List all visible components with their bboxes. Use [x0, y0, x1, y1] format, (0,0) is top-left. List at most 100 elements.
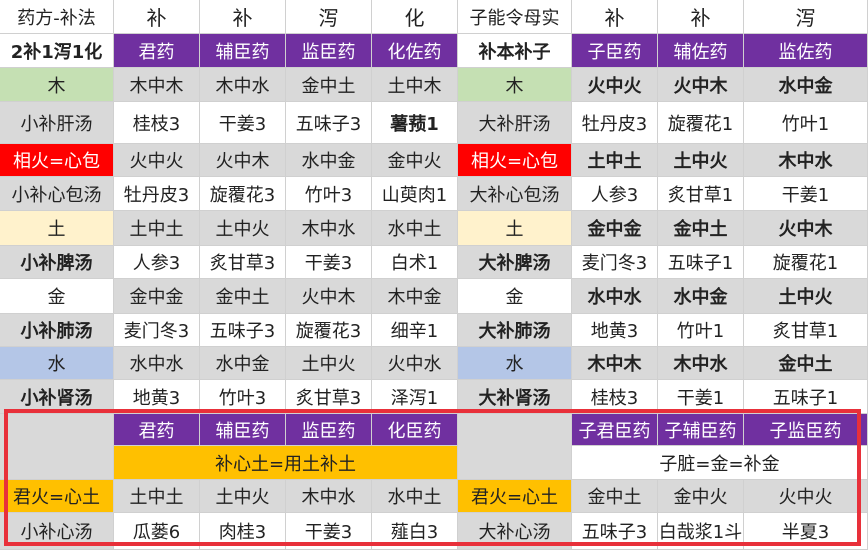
table-cell: 水中金: [658, 279, 744, 314]
table-cell: 五味子3: [200, 314, 286, 347]
table-cell: 金中土: [572, 480, 658, 513]
table-cell: 水中水: [572, 279, 658, 314]
table-cell: 相火=心包: [458, 144, 572, 177]
table-cell: 土: [458, 211, 572, 246]
table-cell: 土: [0, 211, 114, 246]
table-cell: 木: [0, 68, 114, 102]
table-cell: 辅臣药: [200, 414, 286, 446]
table-cell: 水中土: [372, 211, 458, 246]
table-cell: 五味子1: [658, 246, 744, 279]
table-cell: 土中火: [744, 279, 868, 314]
table-cell: 子臣药: [572, 34, 658, 68]
table-cell: 麦门冬3: [114, 314, 200, 347]
table-cell: 干姜1: [658, 380, 744, 414]
table-cell: 子辅臣药: [658, 414, 744, 446]
table-cell: 补: [572, 0, 658, 34]
table-cell: 旋覆花3: [200, 177, 286, 211]
table-cell: 炙甘草1: [658, 177, 744, 211]
table-cell: 金中土: [658, 211, 744, 246]
table-cell: 五味子1: [744, 380, 868, 414]
table-cell: 子君臣药: [572, 414, 658, 446]
table-cell: 金: [0, 279, 114, 314]
table-cell: 相火=心包: [0, 144, 114, 177]
table-cell: 白术1: [372, 246, 458, 279]
table-cell: 水中土: [372, 480, 458, 513]
table-cell: 土中火: [200, 480, 286, 513]
table-cell: 金中土: [744, 347, 868, 380]
table-cell: 木中水: [658, 347, 744, 380]
table-cell: 肉桂3: [200, 513, 286, 550]
table-cell: 土中火: [286, 347, 372, 380]
table-cell: 牡丹皮3: [114, 177, 200, 211]
table-cell: 水: [0, 347, 114, 380]
table-cell: 薯蓣1: [372, 102, 458, 144]
table-cell: 竹叶3: [200, 380, 286, 414]
table-cell: 木中木: [114, 68, 200, 102]
table-cell: 子监臣药: [744, 414, 868, 446]
table-cell: 大补脾汤: [458, 246, 572, 279]
table-cell: 五味子3: [572, 513, 658, 550]
table-cell: 大补肾汤: [458, 380, 572, 414]
table-cell: 桂枝3: [572, 380, 658, 414]
prescription-table: 药方-补法补补泻化子能令母实补补泻 2补1泻1化 君药 辅臣药 监臣药 化佐药 补本补子 子臣…: [0, 0, 868, 550]
table-cell: 竹叶1: [744, 102, 868, 144]
table-cell: 补心土=用土补土: [114, 446, 458, 480]
table-cell: 干姜1: [744, 177, 868, 211]
table-cell: 干姜3: [200, 102, 286, 144]
table-cell: 君药: [114, 34, 200, 68]
table-cell: 半夏3: [744, 513, 868, 550]
table-cell: 麦门冬3: [572, 246, 658, 279]
table-cell: 旋覆花1: [744, 246, 868, 279]
table-cell: 大补心包汤: [458, 177, 572, 211]
table-cell: 水中水: [114, 347, 200, 380]
table-cell: 小补肾汤: [0, 380, 114, 414]
table-cell: 金中火: [372, 144, 458, 177]
table-cell: 火中火: [744, 480, 868, 513]
table-cell: 金中金: [572, 211, 658, 246]
table-cell: 土中火: [200, 211, 286, 246]
table-cell: 君药: [114, 414, 200, 446]
table-cell: 小补脾汤: [0, 246, 114, 279]
table-cell: 小补心汤: [0, 513, 114, 550]
table-cell: 子脏=金=补金: [572, 446, 868, 480]
table-cell: 炙甘草3: [200, 246, 286, 279]
table-cell: 人参3: [572, 177, 658, 211]
table-cell: 火中木: [658, 68, 744, 102]
table-cell: 人参3: [114, 246, 200, 279]
table-cell: 水中金: [744, 68, 868, 102]
table-cell: 补: [200, 0, 286, 34]
table-cell: 木中木: [572, 347, 658, 380]
table-cell: 辅臣药: [200, 34, 286, 68]
table-cell: 薤白3: [372, 513, 458, 550]
table-cell: 细辛1: [372, 314, 458, 347]
table-cell: 君火=心土: [0, 480, 114, 513]
table-cell: 化佐药: [372, 34, 458, 68]
table-cell: 监臣药: [286, 34, 372, 68]
table-cell: 君火=心土: [458, 480, 572, 513]
table-cell: 泽泻1: [372, 380, 458, 414]
table-cell: 火中木: [744, 211, 868, 246]
table-cell: 炙甘草3: [286, 380, 372, 414]
table-cell: 木中水: [744, 144, 868, 177]
table-cell: 泻: [286, 0, 372, 34]
table-cell: 竹叶1: [658, 314, 744, 347]
table-cell: 金中土: [286, 68, 372, 102]
table-cell: 大补心汤: [458, 513, 572, 550]
table-cell: 木中水: [286, 480, 372, 513]
table-cell: 瓜蒌6: [114, 513, 200, 550]
table-cell: 干姜3: [286, 513, 372, 550]
table-cell: 辅佐药: [658, 34, 744, 68]
table-cell: 五味子3: [286, 102, 372, 144]
table-cell: 桂枝3: [114, 102, 200, 144]
table-cell: 火中水: [372, 347, 458, 380]
table-cell: 化臣药: [372, 414, 458, 446]
table-cell: 地黄3: [114, 380, 200, 414]
table-cell: 小补心包汤: [0, 177, 114, 211]
table-cell: 炙甘草1: [744, 314, 868, 347]
table-cell: 金: [458, 279, 572, 314]
table-cell: 火中火: [572, 68, 658, 102]
table-cell: 火中木: [286, 279, 372, 314]
table-cell: 旋覆花3: [286, 314, 372, 347]
table-cell: 木中水: [286, 211, 372, 246]
table-cell: 木中水: [200, 68, 286, 102]
